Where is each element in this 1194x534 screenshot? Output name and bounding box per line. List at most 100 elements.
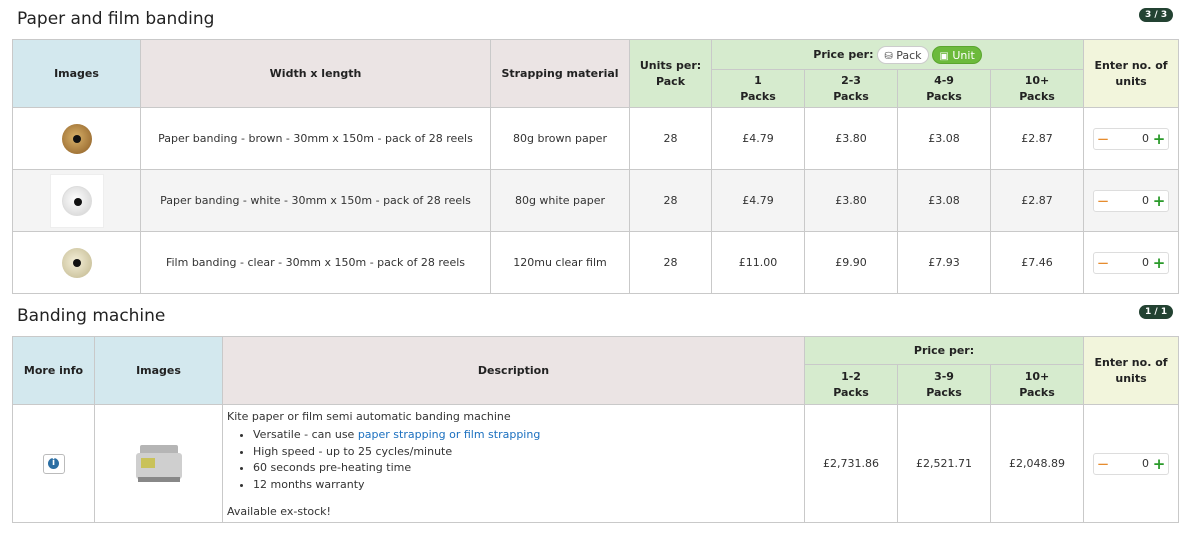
price-2-3: £9.90 [804, 231, 898, 294]
enter-units-label: Enter no. of [1094, 58, 1168, 72]
product-image-cell [12, 231, 141, 294]
units-label: units [1115, 371, 1147, 385]
quantity-stepper: − + [1093, 251, 1170, 274]
quantity-input[interactable] [1111, 256, 1152, 269]
price-4-9: £7.93 [897, 231, 991, 294]
product-name: Film banding - clear - 30mm x 150m - pac… [140, 231, 491, 294]
tier-qty: 10+ [1024, 73, 1050, 87]
description-cell: Kite paper or film semi automatic bandin… [222, 404, 805, 523]
increment-button[interactable]: + [1152, 130, 1166, 148]
quantity-stepper: − + [1093, 452, 1170, 475]
price-10-plus: £7.46 [989, 231, 1085, 294]
tier-qty: 1-2 [841, 369, 861, 383]
tier-4-9: 4-9 Packs [897, 69, 991, 108]
price-1: £4.79 [711, 169, 805, 232]
material: 80g brown paper [490, 107, 630, 170]
decrement-button[interactable]: − [1096, 130, 1110, 148]
tier-2-3: 2-3 Packs [804, 69, 898, 108]
increment-button[interactable]: + [1152, 455, 1166, 473]
table-row: i Kite paper or film semi automatic band… [12, 404, 1180, 523]
tier-10-plus: 10+ Packs [989, 69, 1085, 108]
price-1: £4.79 [711, 107, 805, 170]
quantity-input[interactable] [1111, 457, 1152, 470]
table-row: Paper banding - brown - 30mm x 150m - pa… [12, 107, 1180, 170]
table-row: Film banding - clear - 30mm x 150m - pac… [12, 231, 1180, 294]
clear-reel-image[interactable] [61, 247, 92, 278]
tier-unit: Packs [1019, 89, 1055, 103]
box-icon: ▣ [939, 50, 949, 62]
product-name: Paper banding - white - 30mm x 150m - pa… [140, 169, 491, 232]
increment-button[interactable]: + [1152, 192, 1166, 210]
decrement-button[interactable]: − [1096, 254, 1110, 272]
tier-unit: Packs [740, 89, 776, 103]
header-more-info: More info [12, 336, 95, 405]
units-per-pack: 28 [629, 107, 712, 170]
price-1: £11.00 [711, 231, 805, 294]
white-reel-image[interactable] [49, 173, 104, 228]
price-4-9: £3.08 [897, 107, 991, 170]
unit-toggle[interactable]: ▣ Unit [932, 45, 982, 64]
tier-qty: 10+ [1024, 369, 1050, 383]
price-1-2: £2,731.86 [804, 404, 898, 523]
banding-machine-image[interactable] [135, 444, 182, 483]
tier-10-plus: 10+ Packs [989, 364, 1085, 405]
product-image-cell [12, 107, 141, 170]
pack-icon: ⛁ [884, 50, 893, 62]
tier-unit: Packs [926, 385, 962, 399]
header-strapping-material: Strapping material [490, 39, 630, 108]
more-info-button[interactable]: i [42, 453, 65, 474]
price-4-9: £3.08 [897, 169, 991, 232]
decrement-button[interactable]: − [1096, 455, 1110, 473]
quantity-stepper: − + [1093, 189, 1170, 212]
tier-unit: Packs [833, 89, 869, 103]
quantity-stepper: − + [1093, 127, 1170, 150]
header-enter-units: Enter no. of units [1083, 39, 1180, 108]
tier-1: 1 Packs [711, 69, 805, 108]
increment-button[interactable]: + [1152, 254, 1166, 272]
page-badge: 3 / 3 [1139, 8, 1174, 22]
more-info-cell: i [12, 404, 95, 523]
qty-cell: − + [1083, 169, 1180, 232]
feature-list: Versatile - can use paper strapping or f… [253, 427, 800, 493]
units-label: units [1115, 74, 1147, 88]
section-title-paper-film: Paper and film banding [17, 9, 215, 29]
product-image-cell [12, 169, 141, 232]
white-reel-shape [61, 185, 92, 216]
price-2-3: £3.80 [804, 107, 898, 170]
page-badge: 1 / 1 [1139, 305, 1174, 319]
stock-status: Available ex-stock! [227, 505, 331, 518]
header-width-length: Width x length [140, 39, 491, 108]
material: 120mu clear film [490, 231, 630, 294]
list-item: 60 seconds pre-heating time [253, 460, 800, 477]
list-item: High speed - up to 25 cycles/minute [253, 444, 800, 461]
list-item: Versatile - can use paper strapping or f… [253, 427, 800, 444]
header-enter-units: Enter no. of units [1083, 336, 1180, 405]
tier-qty: 2-3 [841, 73, 861, 87]
qty-cell: − + [1083, 107, 1180, 170]
tier-unit: Packs [1019, 385, 1055, 399]
header-images: Images [12, 39, 141, 108]
units-per-pack: 28 [629, 231, 712, 294]
quantity-input[interactable] [1111, 132, 1152, 145]
pack-toggle[interactable]: ⛁ Pack [877, 45, 929, 64]
material: 80g white paper [490, 169, 630, 232]
enter-units-label: Enter no. of [1094, 355, 1168, 369]
brown-reel-image[interactable] [61, 123, 92, 154]
feature-text: Versatile - can use [253, 428, 358, 441]
price-2-3: £3.80 [804, 169, 898, 232]
tier-3-9: 3-9 Packs [897, 364, 991, 405]
table-row: Paper banding - white - 30mm x 150m - pa… [12, 169, 1180, 232]
quantity-input[interactable] [1111, 194, 1152, 207]
header-price-per: Price per: ⛁ Pack ▣ Unit [710, 39, 1085, 70]
price-3-9: £2,521.71 [897, 404, 991, 523]
header-images: Images [94, 336, 223, 405]
units-per-pack: 28 [629, 169, 712, 232]
tier-unit: Packs [926, 89, 962, 103]
decrement-button[interactable]: − [1096, 192, 1110, 210]
list-item: 12 months warranty [253, 477, 800, 494]
info-icon: i [48, 458, 59, 469]
qty-cell: − + [1083, 404, 1180, 523]
strapping-link[interactable]: paper strapping or film strapping [358, 428, 541, 441]
tier-1-2: 1-2 Packs [804, 364, 898, 405]
price-10-plus: £2.87 [989, 169, 1085, 232]
